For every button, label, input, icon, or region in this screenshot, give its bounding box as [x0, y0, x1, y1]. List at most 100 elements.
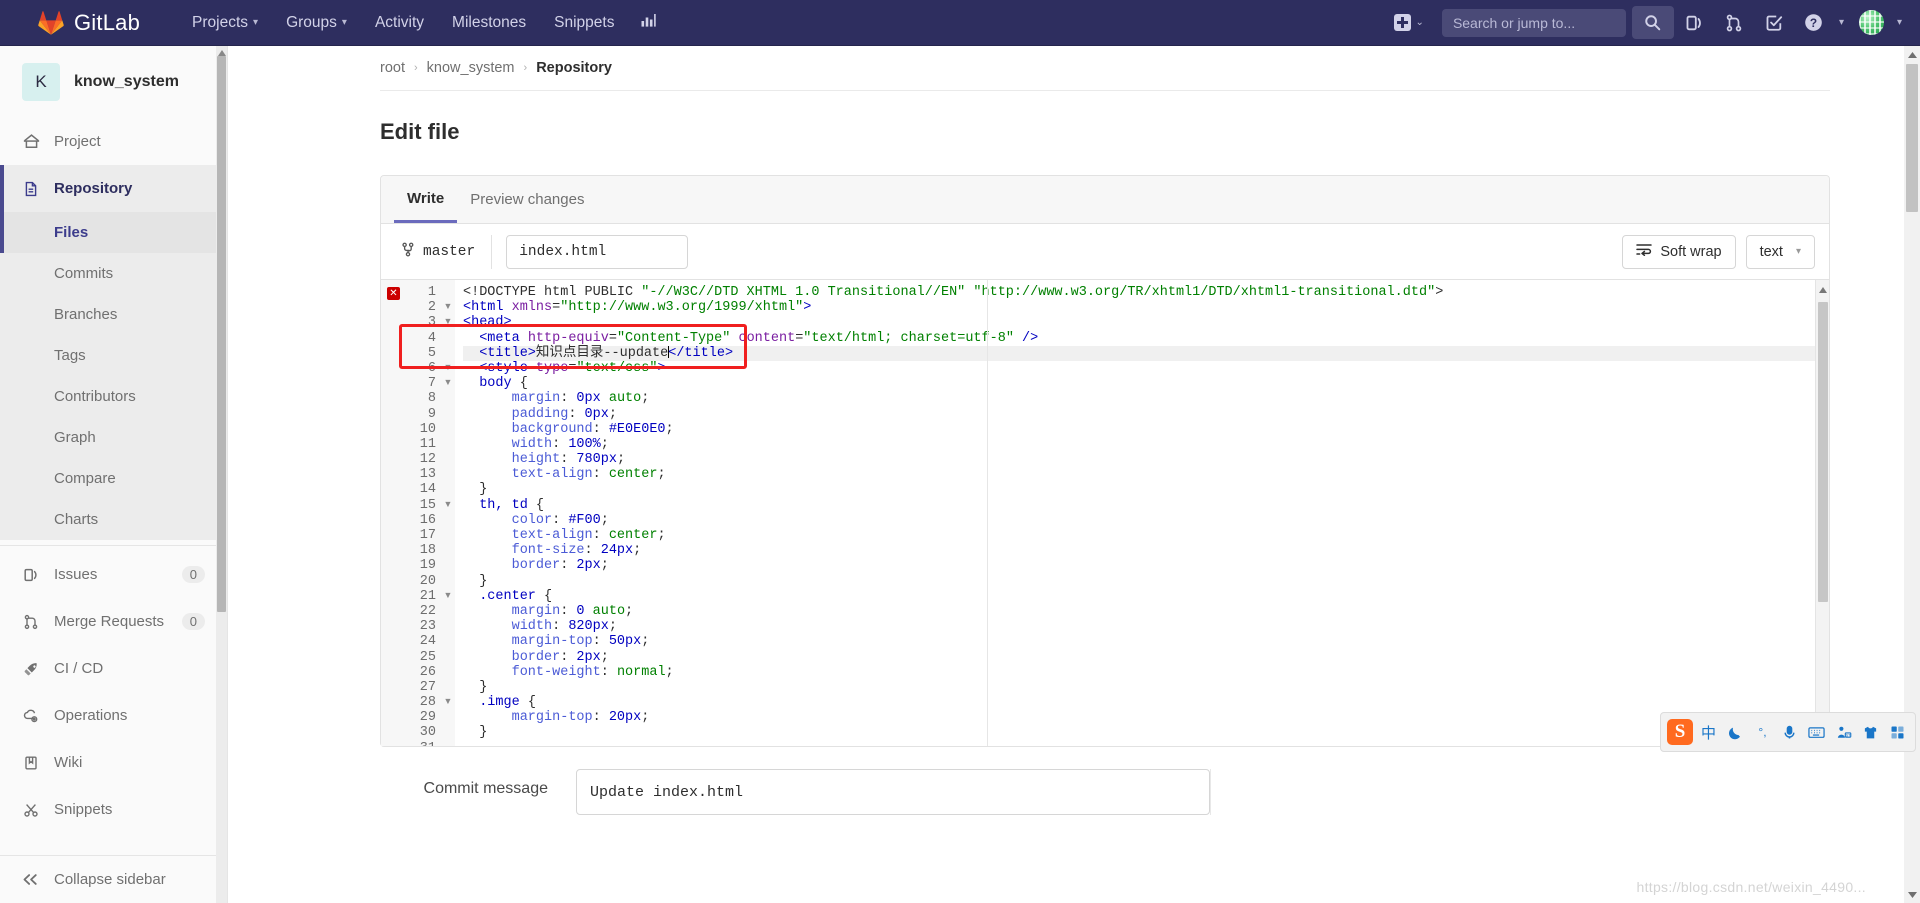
search-input[interactable]: Search or jump to...	[1441, 8, 1626, 37]
nav-groups[interactable]: Groups ▾	[272, 0, 361, 46]
merge-requests-icon[interactable]	[1714, 0, 1754, 46]
sidebar-item-issues[interactable]: Issues 0	[0, 551, 227, 598]
code-line[interactable]: background: #E0E0E0;	[463, 422, 1829, 437]
sidebar-item-merge-requests[interactable]: Merge Requests 0	[0, 598, 227, 645]
search-icon[interactable]	[1631, 6, 1674, 39]
fold-toggle-icon[interactable]: ▾	[441, 376, 455, 391]
scroll-up-arrow-icon[interactable]	[1816, 282, 1829, 297]
code-line[interactable]: margin-top: 20px;	[463, 710, 1829, 725]
tab-preview-changes[interactable]: Preview changes	[457, 176, 597, 223]
file-mode-dropdown[interactable]: text ▾	[1745, 234, 1815, 269]
code-line[interactable]: margin: 0px auto;	[463, 391, 1829, 406]
breadcrumb-current[interactable]: Repository	[536, 60, 612, 76]
sidebar-subitem-graph[interactable]: Graph	[0, 417, 227, 458]
code-line[interactable]: border: 2px;	[463, 558, 1829, 573]
code-line[interactable]: <title>知识点目录--update</title>	[463, 345, 1829, 361]
ime-toolbox-icon[interactable]	[1886, 719, 1909, 745]
code-line[interactable]	[463, 741, 1829, 746]
sidebar-subitem-tags[interactable]: Tags	[0, 335, 227, 376]
soft-wrap-button[interactable]: Soft wrap	[1622, 234, 1736, 269]
sogou-logo-icon[interactable]: S	[1667, 719, 1693, 745]
code-scroll-thumb[interactable]	[1818, 302, 1828, 602]
code-line[interactable]: <meta http-equiv="Content-Type" content=…	[463, 331, 1829, 346]
sidebar-item-snippets[interactable]: Snippets	[0, 786, 227, 833]
code-line[interactable]: <!DOCTYPE html PUBLIC "-//W3C//DTD XHTML…	[463, 285, 1829, 300]
code-content[interactable]: <!DOCTYPE html PUBLIC "-//W3C//DTD XHTML…	[455, 280, 1829, 746]
fold-toggle-icon[interactable]: ▾	[441, 695, 455, 710]
filename-input[interactable]: index.html	[506, 234, 689, 269]
code-line[interactable]: text-align: center;	[463, 467, 1829, 482]
code-line[interactable]: .center {	[463, 589, 1829, 604]
todos-icon[interactable]	[1754, 0, 1794, 46]
scroll-down-arrow-icon[interactable]	[1904, 886, 1920, 903]
code-line[interactable]: }	[463, 725, 1829, 740]
sidebar-subitem-contributors[interactable]: Contributors	[0, 376, 227, 417]
page-scrollbar[interactable]	[1904, 46, 1920, 903]
code-line[interactable]: <head>	[463, 315, 1829, 330]
code-line[interactable]: margin: 0 auto;	[463, 604, 1829, 619]
code-line[interactable]: body {	[463, 376, 1829, 391]
sidebar-scrollbar[interactable]	[216, 46, 227, 903]
code-line[interactable]: color: #F00;	[463, 513, 1829, 528]
code-line[interactable]: height: 780px;	[463, 452, 1829, 467]
sidebar-scroll-thumb[interactable]	[217, 56, 226, 612]
ime-punctuation-icon[interactable]: °,	[1751, 719, 1774, 745]
code-line[interactable]: <style type="text/css">	[463, 361, 1829, 376]
code-line[interactable]: width: 820px;	[463, 619, 1829, 634]
fold-toggle-icon[interactable]: ▾	[441, 498, 455, 513]
sidebar-subitem-commits[interactable]: Commits	[0, 253, 227, 294]
code-scrollbar[interactable]	[1815, 280, 1829, 746]
ime-skin-icon[interactable]	[1859, 719, 1882, 745]
nav-analytics[interactable]	[628, 0, 669, 46]
gitlab-logo[interactable]: GitLab	[38, 10, 140, 36]
code-line[interactable]: width: 100%;	[463, 437, 1829, 452]
commit-message-input[interactable]: Update index.html	[576, 769, 1210, 815]
fold-toggle-icon[interactable]: ▾	[441, 315, 455, 330]
code-line[interactable]: font-size: 24px;	[463, 543, 1829, 558]
code-line[interactable]: border: 2px;	[463, 650, 1829, 665]
nav-activity[interactable]: Activity	[361, 0, 438, 46]
ime-keyboard-icon[interactable]	[1805, 719, 1828, 745]
sidebar-subitem-files[interactable]: Files	[0, 212, 227, 253]
nav-projects[interactable]: Projects ▾	[178, 0, 272, 46]
sidebar-subitem-charts[interactable]: Charts	[0, 499, 227, 540]
sidebar-subitem-compare[interactable]: Compare	[0, 458, 227, 499]
code-line[interactable]: }	[463, 482, 1829, 497]
code-line[interactable]: margin-top: 50px;	[463, 634, 1829, 649]
page-scroll-thumb[interactable]	[1906, 64, 1918, 212]
code-fold-gutter[interactable]: ▾▾▾▾▾▾▾▾	[441, 280, 455, 746]
ime-moon-icon[interactable]	[1724, 719, 1747, 745]
sidebar-item-ci-cd[interactable]: CI / CD	[0, 645, 227, 692]
code-line[interactable]: text-align: center;	[463, 528, 1829, 543]
scroll-up-arrow-icon[interactable]	[1904, 46, 1920, 63]
sidebar-item-wiki[interactable]: Wiki	[0, 739, 227, 786]
tab-write[interactable]: Write	[394, 176, 458, 223]
sidebar-item-repository[interactable]: Repository	[0, 165, 227, 212]
sidebar-subitem-branches[interactable]: Branches	[0, 294, 227, 335]
help-menu[interactable]: ? ▾	[1794, 0, 1852, 46]
ime-handwriting-icon[interactable]: ST	[1832, 719, 1855, 745]
code-line[interactable]: }	[463, 680, 1829, 695]
code-line[interactable]: padding: 0px;	[463, 407, 1829, 422]
code-line[interactable]: <html xmlns="http://www.w3.org/1999/xhtm…	[463, 300, 1829, 315]
issues-icon[interactable]	[1674, 0, 1714, 46]
code-line[interactable]: .imge {	[463, 695, 1829, 710]
sidebar-item-operations[interactable]: Operations	[0, 692, 227, 739]
collapse-sidebar-button[interactable]: Collapse sidebar	[0, 855, 227, 903]
user-avatar[interactable]	[1852, 0, 1892, 46]
fold-toggle-icon[interactable]: ▾	[441, 300, 455, 315]
ime-voice-icon[interactable]	[1778, 719, 1801, 745]
code-line[interactable]: }	[463, 574, 1829, 589]
new-item-button[interactable]: ⌄	[1384, 0, 1434, 46]
project-header[interactable]: K know_system	[0, 46, 227, 118]
fold-toggle-icon[interactable]: ▾	[441, 589, 455, 604]
error-marker-icon[interactable]: ✕	[387, 287, 400, 300]
help-icon[interactable]: ?	[1794, 0, 1834, 46]
breadcrumb-project[interactable]: know_system	[427, 60, 515, 76]
nav-milestones[interactable]: Milestones	[438, 0, 540, 46]
ime-chinese-mode[interactable]: 中	[1697, 719, 1720, 745]
sidebar-item-project[interactable]: Project	[0, 118, 227, 165]
code-editor[interactable]: ✕ 1 2 3 4 5 6 7 8 9 10 11 12 13 14 15 16 17 18 19 20 21 22 23 2…	[381, 280, 1829, 746]
breadcrumb-root[interactable]: root	[380, 60, 405, 76]
code-line[interactable]: font-weight: normal;	[463, 665, 1829, 680]
